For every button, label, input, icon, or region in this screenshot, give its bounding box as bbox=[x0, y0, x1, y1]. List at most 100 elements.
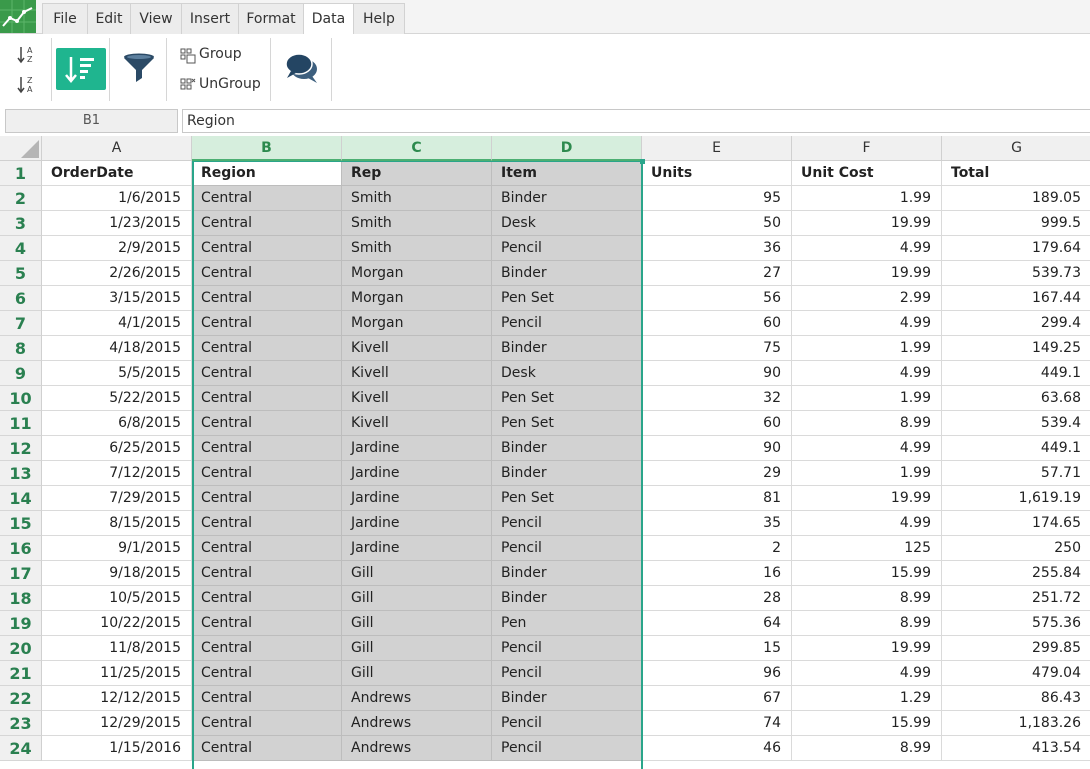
column-header-e[interactable]: E bbox=[642, 136, 792, 161]
data-cell[interactable]: 9/1/2015 bbox=[42, 536, 192, 561]
data-cell[interactable]: 539.4 bbox=[942, 411, 1090, 436]
data-cell[interactable]: Central bbox=[192, 611, 342, 636]
data-cell[interactable]: 96 bbox=[642, 661, 792, 686]
data-cell[interactable]: Central bbox=[192, 711, 342, 736]
data-cell[interactable]: Central bbox=[192, 411, 342, 436]
menu-insert[interactable]: Insert bbox=[181, 3, 239, 34]
data-cell[interactable]: Central bbox=[192, 361, 342, 386]
data-cell[interactable]: 35 bbox=[642, 511, 792, 536]
data-cell[interactable]: 539.73 bbox=[942, 261, 1090, 286]
data-cell[interactable]: 4.99 bbox=[792, 361, 942, 386]
data-cell[interactable]: Central bbox=[192, 736, 342, 761]
formula-input[interactable]: Region bbox=[182, 109, 1090, 133]
data-cell[interactable]: Pencil bbox=[492, 311, 642, 336]
group-button[interactable]: Group bbox=[180, 46, 260, 66]
data-cell[interactable]: Gill bbox=[342, 661, 492, 686]
data-cell[interactable]: Binder bbox=[492, 461, 642, 486]
data-cell[interactable]: Central bbox=[192, 661, 342, 686]
data-cell[interactable]: Gill bbox=[342, 611, 492, 636]
header-cell[interactable]: Rep bbox=[342, 161, 492, 186]
row-header[interactable]: 8 bbox=[0, 336, 42, 361]
data-cell[interactable]: 1.29 bbox=[792, 686, 942, 711]
data-cell[interactable]: Central bbox=[192, 686, 342, 711]
row-header[interactable]: 3 bbox=[0, 211, 42, 236]
data-cell[interactable]: Central bbox=[192, 311, 342, 336]
row-header[interactable]: 15 bbox=[0, 511, 42, 536]
data-cell[interactable]: 299.4 bbox=[942, 311, 1090, 336]
data-cell[interactable]: 1,619.19 bbox=[942, 486, 1090, 511]
data-cell[interactable]: 81 bbox=[642, 486, 792, 511]
data-cell[interactable]: 15 bbox=[642, 636, 792, 661]
row-header[interactable]: 17 bbox=[0, 561, 42, 586]
data-cell[interactable]: Pencil bbox=[492, 511, 642, 536]
data-cell[interactable]: Jardine bbox=[342, 436, 492, 461]
name-box[interactable]: B1 bbox=[5, 109, 178, 133]
data-cell[interactable]: Central bbox=[192, 436, 342, 461]
data-cell[interactable]: 4/1/2015 bbox=[42, 311, 192, 336]
data-cell[interactable]: Central bbox=[192, 461, 342, 486]
data-cell[interactable]: 16 bbox=[642, 561, 792, 586]
data-cell[interactable]: 4/18/2015 bbox=[42, 336, 192, 361]
data-cell[interactable]: 86.43 bbox=[942, 686, 1090, 711]
row-header[interactable]: 6 bbox=[0, 286, 42, 311]
data-cell[interactable]: Gill bbox=[342, 561, 492, 586]
data-cell[interactable]: 95 bbox=[642, 186, 792, 211]
data-cell[interactable]: 4.99 bbox=[792, 436, 942, 461]
data-cell[interactable]: 1.99 bbox=[792, 186, 942, 211]
data-cell[interactable]: 19.99 bbox=[792, 261, 942, 286]
data-cell[interactable]: Pen Set bbox=[492, 486, 642, 511]
data-cell[interactable]: Pencil bbox=[492, 711, 642, 736]
filter-button[interactable] bbox=[122, 52, 156, 84]
data-cell[interactable]: Smith bbox=[342, 211, 492, 236]
data-cell[interactable]: 299.85 bbox=[942, 636, 1090, 661]
row-header[interactable]: 20 bbox=[0, 636, 42, 661]
data-cell[interactable]: Jardine bbox=[342, 536, 492, 561]
data-cell[interactable]: Central bbox=[192, 486, 342, 511]
data-cell[interactable]: 179.64 bbox=[942, 236, 1090, 261]
data-cell[interactable]: 8.99 bbox=[792, 611, 942, 636]
row-header[interactable]: 24 bbox=[0, 736, 42, 761]
row-header[interactable]: 13 bbox=[0, 461, 42, 486]
data-cell[interactable]: 189.05 bbox=[942, 186, 1090, 211]
data-cell[interactable]: 64 bbox=[642, 611, 792, 636]
data-cell[interactable]: 28 bbox=[642, 586, 792, 611]
row-header[interactable]: 10 bbox=[0, 386, 42, 411]
data-cell[interactable]: 149.25 bbox=[942, 336, 1090, 361]
data-cell[interactable]: 125 bbox=[792, 536, 942, 561]
data-cell[interactable]: Pencil bbox=[492, 661, 642, 686]
data-cell[interactable]: 15.99 bbox=[792, 561, 942, 586]
data-cell[interactable]: 1/15/2016 bbox=[42, 736, 192, 761]
data-cell[interactable]: 1/23/2015 bbox=[42, 211, 192, 236]
data-cell[interactable]: Central bbox=[192, 261, 342, 286]
data-cell[interactable]: 4.99 bbox=[792, 661, 942, 686]
data-cell[interactable]: Smith bbox=[342, 186, 492, 211]
data-cell[interactable]: Gill bbox=[342, 586, 492, 611]
data-cell[interactable]: Kivell bbox=[342, 386, 492, 411]
row-header[interactable]: 4 bbox=[0, 236, 42, 261]
data-cell[interactable]: Smith bbox=[342, 236, 492, 261]
data-cell[interactable]: Jardine bbox=[342, 511, 492, 536]
data-cell[interactable]: Pen Set bbox=[492, 411, 642, 436]
row-header[interactable]: 9 bbox=[0, 361, 42, 386]
menu-file[interactable]: File bbox=[42, 3, 88, 34]
data-cell[interactable]: Binder bbox=[492, 186, 642, 211]
select-all-corner[interactable] bbox=[0, 136, 42, 161]
sort-ascending-button[interactable]: A Z bbox=[16, 44, 40, 66]
data-cell[interactable]: Pencil bbox=[492, 236, 642, 261]
data-cell[interactable]: 575.36 bbox=[942, 611, 1090, 636]
comments-button[interactable] bbox=[284, 52, 320, 84]
data-cell[interactable]: Central bbox=[192, 586, 342, 611]
data-cell[interactable]: 2/9/2015 bbox=[42, 236, 192, 261]
data-cell[interactable]: 19.99 bbox=[792, 211, 942, 236]
row-header[interactable]: 5 bbox=[0, 261, 42, 286]
data-cell[interactable]: Pen Set bbox=[492, 386, 642, 411]
data-cell[interactable]: Central bbox=[192, 511, 342, 536]
data-cell[interactable]: 251.72 bbox=[942, 586, 1090, 611]
data-cell[interactable]: Morgan bbox=[342, 311, 492, 336]
data-cell[interactable]: Binder bbox=[492, 336, 642, 361]
data-cell[interactable]: Binder bbox=[492, 586, 642, 611]
data-cell[interactable]: 449.1 bbox=[942, 436, 1090, 461]
data-cell[interactable]: 2/26/2015 bbox=[42, 261, 192, 286]
data-cell[interactable]: 7/12/2015 bbox=[42, 461, 192, 486]
data-cell[interactable]: 999.5 bbox=[942, 211, 1090, 236]
